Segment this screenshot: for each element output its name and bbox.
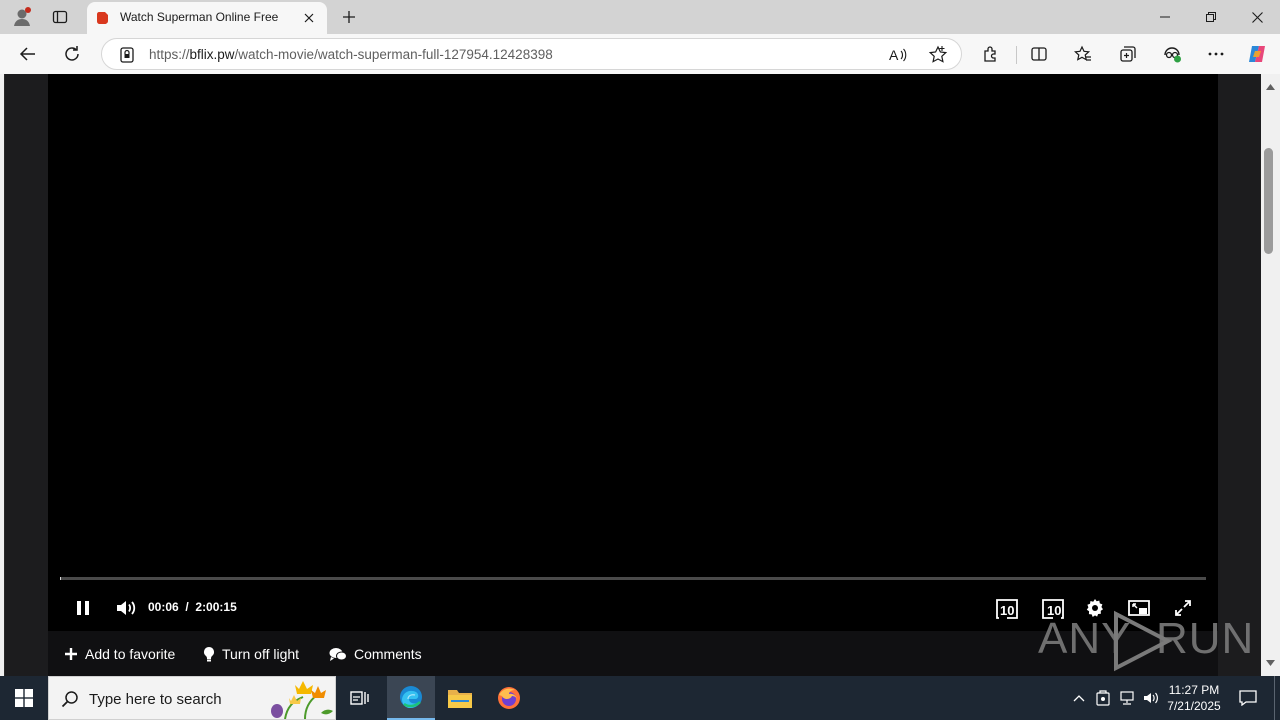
taskbar-firefox-button[interactable] — [485, 676, 533, 720]
address-bar[interactable]: https://bflix.pw/watch-movie/watch-super… — [101, 38, 962, 70]
volume-icon — [117, 601, 136, 615]
read-aloud-icon[interactable]: A — [888, 45, 908, 65]
extensions-icon[interactable] — [977, 40, 1005, 68]
volume-tray-icon[interactable] — [1140, 676, 1162, 720]
system-clock[interactable]: 11:27 PM 7/21/2025 — [1162, 682, 1226, 714]
taskbar-search-box[interactable]: Type here to search — [48, 676, 336, 720]
windows-taskbar: Type here to search 11:27 PM 7/21/2025 — [0, 676, 1280, 720]
clock-date: 7/21/2025 — [1167, 699, 1221, 713]
taskbar-file-explorer-button[interactable] — [436, 676, 484, 720]
url-prefix: https:// — [149, 47, 190, 62]
duration: 2:00:15 — [195, 600, 237, 614]
settings-more-icon[interactable] — [1202, 40, 1230, 68]
close-window-button[interactable] — [1234, 0, 1280, 34]
copilot-icon[interactable] — [1243, 40, 1271, 68]
collections-icon[interactable] — [1114, 40, 1142, 68]
comments-icon — [329, 647, 347, 661]
title-bar: Watch Superman Online Free — [0, 0, 1280, 34]
scroll-down-arrow-icon[interactable] — [1264, 657, 1276, 669]
tab-title: Watch Superman Online Free — [120, 10, 279, 24]
toolbar-divider — [1016, 46, 1017, 64]
taskbar-edge-button[interactable] — [387, 676, 435, 720]
start-button[interactable] — [0, 676, 48, 720]
plus-icon — [65, 648, 77, 660]
pause-icon — [77, 601, 89, 615]
site-info-lock-icon[interactable] — [118, 46, 136, 64]
tab-actions-icon[interactable] — [46, 0, 74, 34]
anyrun-watermark: ANY RUN — [1038, 608, 1253, 672]
page-scrollbar[interactable] — [1261, 74, 1280, 676]
url-path: /watch-movie/watch-superman-full-127954.… — [234, 47, 553, 62]
browser-essentials-icon[interactable] — [1158, 40, 1186, 68]
add-to-favorite-button[interactable]: Add to favorite — [64, 646, 175, 662]
restore-button[interactable] — [1188, 0, 1234, 34]
time-separator: / — [185, 600, 189, 614]
url-text: https://bflix.pw/watch-movie/watch-super… — [149, 47, 553, 62]
security-tray-icon[interactable] — [1092, 676, 1114, 720]
rewind-icon: 10 — [996, 599, 1018, 619]
new-tab-button[interactable] — [336, 0, 362, 34]
favorites-icon[interactable] — [1069, 40, 1097, 68]
volume-button[interactable] — [114, 598, 138, 618]
task-view-icon — [350, 691, 369, 705]
add-to-favorite-label: Add to favorite — [85, 646, 176, 662]
video-progress-bar[interactable] — [60, 577, 1206, 580]
profile-avatar-icon[interactable] — [8, 0, 36, 34]
tab-active[interactable]: Watch Superman Online Free — [87, 2, 327, 34]
navigation-bar: https://bflix.pw/watch-movie/watch-super… — [0, 34, 1280, 74]
minimize-button[interactable] — [1142, 0, 1188, 34]
svg-text:A: A — [889, 47, 899, 63]
comments-label: Comments — [354, 646, 422, 662]
video-progress-fill — [60, 577, 61, 580]
network-icon[interactable] — [1116, 676, 1138, 720]
search-icon — [61, 691, 78, 708]
show-desktop-button[interactable] — [1274, 676, 1275, 720]
tab-close-icon[interactable] — [301, 10, 317, 26]
search-highlight-flowers-icon — [271, 681, 333, 719]
site-favicon-icon — [97, 12, 108, 24]
search-placeholder: Type here to search — [89, 691, 222, 708]
task-view-button[interactable] — [338, 676, 382, 720]
url-host: bflix.pw — [189, 47, 235, 62]
lightbulb-icon — [204, 647, 214, 662]
scroll-thumb[interactable] — [1264, 148, 1273, 254]
windows-logo-icon — [15, 689, 33, 707]
firefox-icon — [498, 687, 520, 709]
refresh-icon[interactable] — [58, 40, 86, 68]
favorite-star-icon[interactable] — [928, 45, 948, 65]
pause-button[interactable] — [72, 598, 94, 618]
back-arrow-icon[interactable] — [14, 40, 42, 68]
notifications-icon[interactable] — [1234, 676, 1262, 720]
split-screen-icon[interactable] — [1025, 40, 1053, 68]
turn-off-light-button[interactable]: Turn off light — [203, 646, 299, 662]
turn-off-light-label: Turn off light — [222, 646, 300, 662]
rewind-10-button[interactable]: 10 — [994, 595, 1022, 621]
time-display: 00:06 / 2:00:15 — [148, 600, 237, 614]
clock-time: 11:27 PM — [1168, 683, 1220, 697]
show-hidden-icons-chevron-icon[interactable] — [1068, 676, 1090, 720]
edge-icon — [400, 686, 422, 708]
video-player[interactable] — [48, 74, 1218, 631]
watermark-text-run: RUN — [1156, 614, 1255, 663]
rewind-label: 10 — [1000, 603, 1014, 618]
current-time: 00:06 — [148, 600, 179, 614]
comments-button[interactable]: Comments — [329, 646, 422, 662]
folder-icon — [448, 690, 472, 708]
scroll-up-arrow-icon[interactable] — [1264, 81, 1276, 93]
